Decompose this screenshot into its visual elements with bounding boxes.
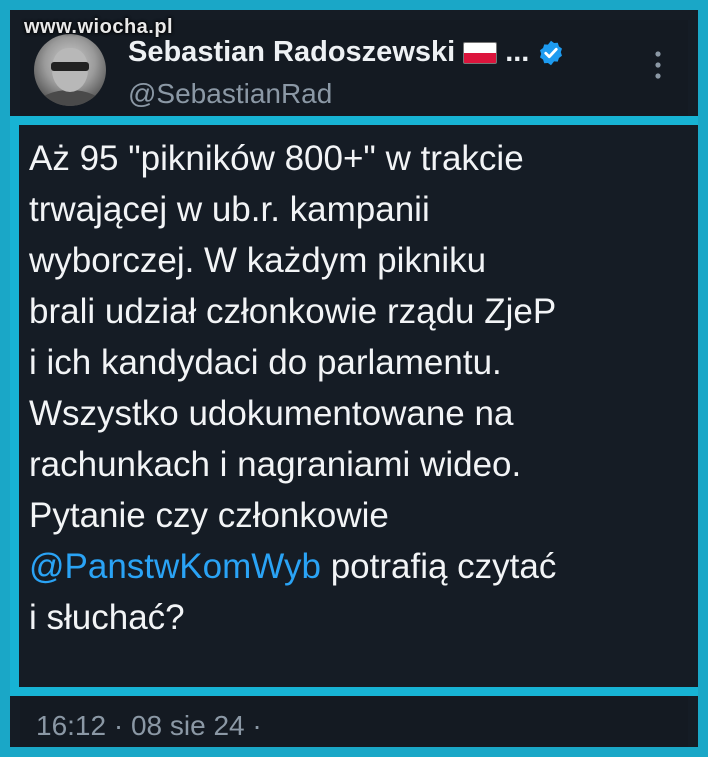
watermark: www.wiocha.pl bbox=[24, 16, 174, 38]
tweet-line: brali udział członkowie rządu ZjeP bbox=[29, 292, 557, 331]
author-handle[interactable]: @SebastianRad bbox=[128, 78, 332, 110]
avatar-shoulders bbox=[38, 90, 102, 106]
tweet-line: i słuchać? bbox=[29, 598, 185, 637]
tweet-line: potrafią czytać bbox=[320, 547, 557, 586]
tweet-line: Wszystko udokumentowane na bbox=[29, 394, 514, 433]
tweet-timestamp[interactable]: 16:12 · 08 sie 24 · bbox=[36, 710, 262, 742]
tweet-line: rachunkach i nagraniami wideo. bbox=[29, 445, 522, 484]
tweet-line: wyborczej. W każdym pikniku bbox=[29, 241, 487, 280]
tweet-text: Aż 95 "pikników 800+" w trakcie trwające… bbox=[29, 133, 698, 643]
poland-flag-icon bbox=[463, 41, 498, 64]
name-ellipsis: ... bbox=[505, 36, 530, 68]
tweet-line: trwającej w ub.r. kampanii bbox=[29, 190, 430, 229]
author-name-row[interactable]: Sebastian Radoszewski ... bbox=[128, 36, 565, 69]
mention-link[interactable]: @PanstwKomWyb bbox=[29, 547, 321, 586]
tweet-line: Pytanie czy członkowie bbox=[29, 496, 389, 535]
verified-badge-icon bbox=[540, 40, 563, 65]
tweet-body: Aż 95 "pikników 800+" w trakcie trwające… bbox=[10, 116, 698, 696]
tweet-footer: 16:12 · 08 sie 24 · bbox=[20, 696, 688, 747]
avatar[interactable] bbox=[34, 34, 106, 106]
screenshot-frame: Sebastian Radoszewski ... @SebastianRad … bbox=[0, 0, 708, 757]
tweet-line: i ich kandydaci do parlamentu. bbox=[29, 343, 502, 382]
more-options-icon[interactable] bbox=[654, 50, 662, 80]
tweet-line: Aż 95 "pikników 800+" w trakcie bbox=[29, 139, 524, 178]
avatar-glasses bbox=[51, 62, 89, 71]
author-name[interactable]: Sebastian Radoszewski bbox=[128, 36, 455, 69]
